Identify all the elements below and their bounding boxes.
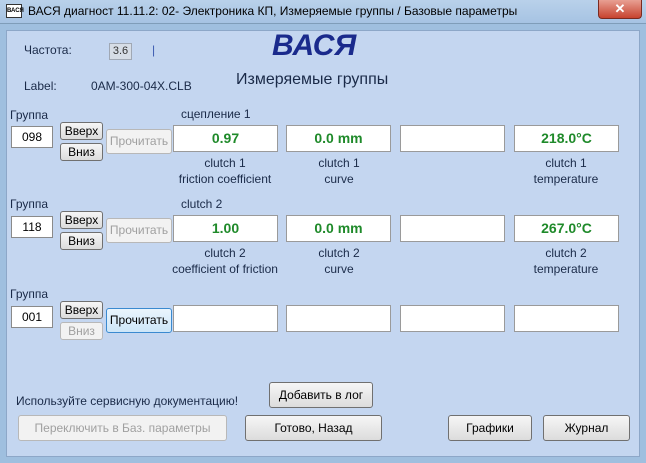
read-button[interactable]: Прочитать <box>106 308 172 333</box>
frequency-value: 3.6 <box>109 43 132 60</box>
journal-button[interactable]: Журнал <box>543 415 630 441</box>
group-down-button[interactable]: Вниз <box>60 143 103 161</box>
value-field <box>400 305 505 332</box>
group-title: clutch 2 <box>181 197 223 211</box>
value-field: 267.0°C <box>514 215 619 242</box>
page-subtitle: Измеряемые группы <box>236 71 389 88</box>
charts-button[interactable]: Графики <box>448 415 532 441</box>
value-field: 0.0 mm <box>286 125 391 152</box>
window-title: ВАСЯ диагност 11.11.2: 02- Электроника К… <box>28 4 518 18</box>
label-value: 0AM-300-04X.CLB <box>91 79 192 93</box>
group-up-button[interactable]: Вверх <box>60 122 103 140</box>
group-label: Группа <box>10 108 49 122</box>
frequency-marker: | <box>152 43 156 57</box>
group-number-field[interactable]: 098 <box>11 126 53 148</box>
value-field <box>400 215 505 242</box>
value-field <box>514 305 619 332</box>
value-caption: clutch 1 curve <box>318 156 360 186</box>
group-number-field[interactable]: 118 <box>11 216 53 238</box>
value-field: 0.97 <box>173 125 278 152</box>
read-button[interactable]: Прочитать <box>106 218 172 243</box>
group-down-button[interactable]: Вниз <box>60 322 103 340</box>
frequency-label: Частота: <box>24 43 72 57</box>
value-field <box>400 125 505 152</box>
group-label: Группа <box>10 287 49 301</box>
value-field <box>173 305 278 332</box>
value-caption: clutch 1 temperature <box>533 156 599 186</box>
service-hint: Используйте сервисную документацию! <box>16 394 239 408</box>
group-down-button[interactable]: Вниз <box>60 232 103 250</box>
done-back-button[interactable]: Готово, Назад <box>245 415 382 441</box>
main-panel: Частота: 3.6 | Label: 0AM-300-04X.CLB ВА… <box>6 29 640 457</box>
value-field: 218.0°C <box>514 125 619 152</box>
value-field: 0.0 mm <box>286 215 391 242</box>
value-field <box>286 305 391 332</box>
add-to-log-button[interactable]: Добавить в лог <box>269 382 373 408</box>
group-up-button[interactable]: Вверх <box>60 301 103 319</box>
switch-basic-params-button[interactable]: Переключить в Баз. параметры <box>18 415 227 441</box>
label-caption: Label: <box>24 79 57 93</box>
value-caption: clutch 2 temperature <box>533 246 599 276</box>
group-title: сцепление 1 <box>181 107 251 121</box>
app-title: ВАСЯ <box>272 29 357 62</box>
close-button[interactable]: ✕ <box>598 0 642 19</box>
group-label: Группа <box>10 197 49 211</box>
value-caption: clutch 2 curve <box>318 246 360 276</box>
app-icon: ВАСЯ <box>6 4 24 18</box>
group-up-button[interactable]: Вверх <box>60 211 103 229</box>
title-bar: ВАСЯ ВАСЯ диагност 11.11.2: 02- Электрон… <box>0 0 646 24</box>
read-button[interactable]: Прочитать <box>106 129 172 154</box>
group-number-field[interactable]: 001 <box>11 306 53 328</box>
value-field: 1.00 <box>173 215 278 242</box>
